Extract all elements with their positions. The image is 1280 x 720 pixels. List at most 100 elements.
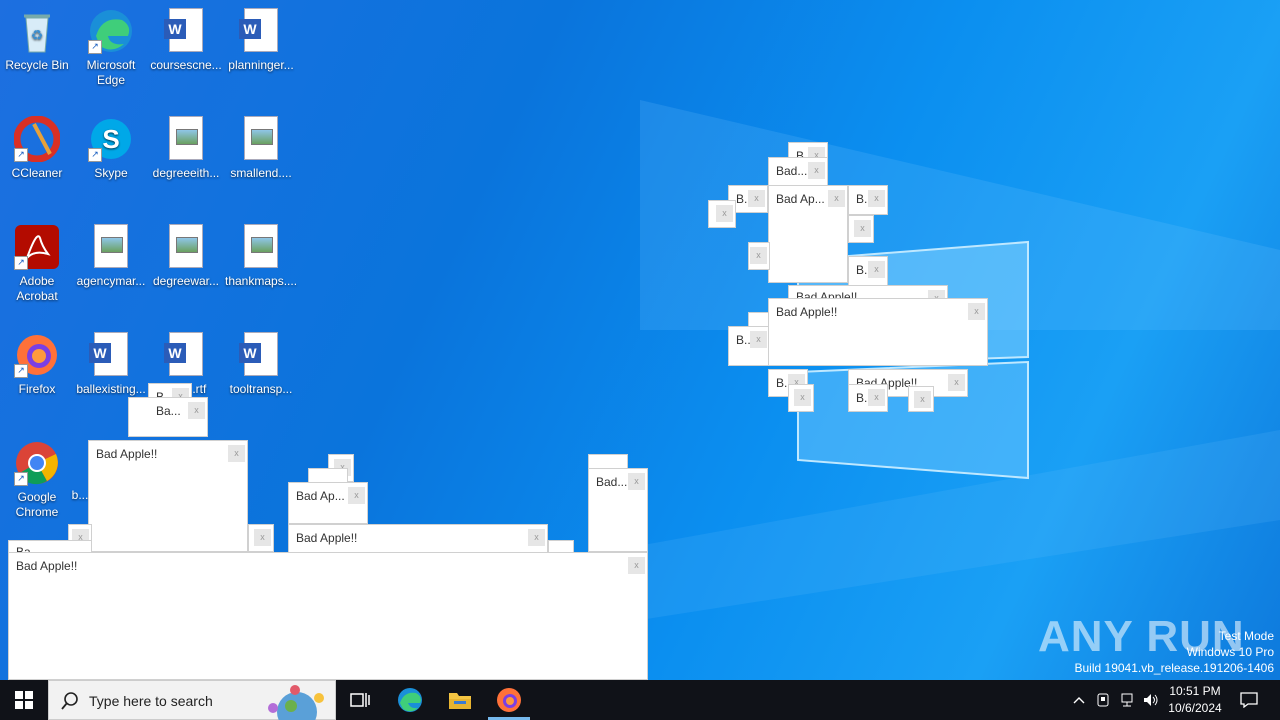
close-icon[interactable]: x (868, 389, 885, 406)
icon-label: CCleaner (11, 166, 63, 180)
start-button[interactable] (0, 680, 48, 720)
desktop-icon-smallend[interactable]: smallend.... (225, 114, 297, 181)
search-icon (61, 692, 78, 710)
close-icon[interactable]: x (968, 303, 985, 320)
message-box[interactable]: x (248, 524, 274, 552)
icon-label: ballexisting... (76, 382, 146, 396)
desktop-icon-coursescne[interactable]: W coursescne... (150, 6, 222, 73)
message-box[interactable]: B...x (848, 185, 888, 215)
message-box[interactable]: Bad Apple!! x (768, 298, 988, 366)
acrobat-icon: ↗ (14, 224, 60, 270)
desktop-icon-thankmaps[interactable]: thankmaps.... (225, 222, 297, 289)
icon-label: agencymar... (76, 274, 146, 288)
desktop-icon-recycle-bin[interactable]: ♻ Recycle Bin (1, 6, 73, 73)
message-box[interactable]: x (708, 200, 736, 228)
close-icon[interactable]: x (228, 445, 245, 462)
icon-label: Firefox (18, 382, 56, 396)
desktop-icon-degreewar[interactable]: degreewar... (150, 222, 222, 289)
desktop-icon-agencymar[interactable]: agencymar... (75, 222, 147, 289)
close-icon[interactable]: x (914, 391, 931, 408)
desktop-icon-tooltransp[interactable]: W tooltransp... (225, 330, 297, 397)
taskbar-file-explorer-button[interactable] (440, 680, 480, 720)
skype-icon: S ↗ (88, 116, 134, 162)
message-box-title: Bad... (776, 164, 808, 178)
word-doc-icon: W (238, 8, 284, 54)
close-icon[interactable]: x (808, 162, 825, 179)
desktop-icon-degreeeith[interactable]: degreeeith... (150, 114, 222, 181)
close-icon[interactable]: x (528, 529, 545, 546)
task-view-button[interactable] (340, 680, 380, 720)
icon-label: planninger... (228, 58, 294, 72)
message-box[interactable]: Bad Ap... x (768, 185, 848, 283)
desktop-icon-ccleaner[interactable]: ↗ CCleaner (1, 114, 73, 181)
folder-icon (449, 693, 471, 709)
close-icon[interactable]: x (716, 205, 733, 222)
watermark-line: Test Mode (1218, 629, 1274, 643)
desktop-icon-google-chrome[interactable]: ↗ Google Chrome (1, 438, 73, 520)
close-icon[interactable]: x (828, 190, 845, 207)
image-file-icon (88, 224, 134, 270)
message-box[interactable]: B...x (728, 326, 770, 366)
close-icon[interactable]: x (868, 261, 885, 278)
shortcut-arrow-icon: ↗ (14, 364, 28, 378)
close-icon[interactable]: x (854, 220, 871, 237)
icon-label: degreeeith... (152, 166, 220, 180)
shortcut-arrow-icon: ↗ (14, 148, 28, 162)
message-box[interactable]: Bad... x (588, 468, 648, 552)
taskbar-edge-button[interactable] (390, 680, 430, 720)
watermark-line: Windows 10 Pro (1186, 645, 1274, 659)
message-box[interactable]: x (848, 215, 874, 243)
close-icon[interactable]: x (750, 247, 767, 264)
volume-icon (1144, 694, 1158, 706)
show-hidden-icons-button[interactable] (1068, 680, 1090, 720)
taskbar: Type here to search 10:51 PM 10/6/2024 (0, 680, 1280, 720)
close-icon[interactable]: x (750, 331, 767, 348)
close-icon[interactable]: x (348, 487, 365, 504)
word-doc-icon: W (163, 8, 209, 54)
message-box[interactable]: Bad... x (768, 157, 828, 187)
message-box[interactable]: x (788, 384, 814, 412)
icon-label: Recycle Bin (5, 58, 69, 72)
recycle-bin-icon: ♻ (14, 8, 60, 54)
tray-device-button[interactable] (1092, 680, 1114, 720)
message-box[interactable]: Bad Apple!! x (8, 552, 648, 680)
action-center-button[interactable] (1234, 680, 1264, 720)
close-icon[interactable]: x (188, 402, 205, 419)
desktop-icon-adobe-acrobat[interactable]: ↗ Adobe Acrobat (1, 222, 73, 304)
desktop-icon-microsoft-edge[interactable]: ↗ Microsoft Edge (75, 6, 147, 88)
message-box[interactable]: B...x (848, 384, 888, 412)
svg-text:S: S (102, 124, 119, 154)
device-icon (1097, 693, 1109, 707)
close-icon[interactable]: x (868, 190, 885, 207)
close-icon[interactable]: x (748, 190, 765, 207)
desktop-icon-ballexisting[interactable]: W ballexisting... (75, 330, 147, 397)
taskbar-clock[interactable]: 10:51 PM 10/6/2024 (1160, 683, 1230, 717)
message-box-title: Bad Apple!! (96, 447, 158, 461)
tray-volume-button[interactable] (1140, 680, 1162, 720)
message-box[interactable]: Bad Apple!! x (288, 524, 548, 554)
task-view-icon (350, 693, 370, 707)
message-box[interactable]: Bad Apple!! x (88, 440, 248, 552)
desktop-icon-firefox[interactable]: ↗ Firefox (1, 330, 73, 397)
shortcut-arrow-icon: ↗ (88, 40, 102, 54)
firefox-icon (497, 688, 521, 712)
taskbar-search-box[interactable]: Type here to search (48, 680, 336, 720)
message-box[interactable]: Bad Ap... x (288, 482, 368, 524)
shortcut-arrow-icon: ↗ (14, 256, 28, 270)
close-icon[interactable]: x (628, 557, 645, 574)
close-icon[interactable]: x (948, 374, 965, 391)
desktop-icon-skype[interactable]: S ↗ Skype (75, 114, 147, 181)
close-icon[interactable]: x (794, 389, 811, 406)
clock-date: 10/6/2024 (1168, 701, 1222, 715)
message-box[interactable]: Ba... x (128, 397, 208, 437)
close-icon[interactable]: x (628, 473, 645, 490)
message-box-title: Bad Apple!! (296, 531, 358, 545)
message-box[interactable]: B...x (848, 256, 888, 286)
message-box[interactable]: x (748, 242, 770, 270)
close-icon[interactable]: x (254, 529, 271, 546)
taskbar-firefox-button[interactable] (488, 680, 530, 720)
shortcut-arrow-icon: ↗ (88, 148, 102, 162)
message-box[interactable]: x (908, 386, 934, 412)
tray-network-button[interactable] (1116, 680, 1138, 720)
desktop-icon-planninger[interactable]: W planninger... (225, 6, 297, 73)
